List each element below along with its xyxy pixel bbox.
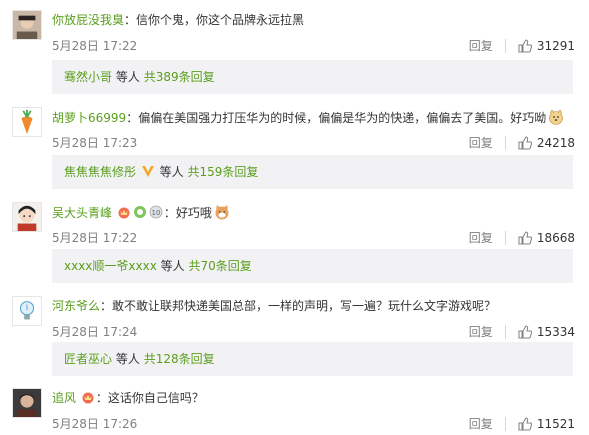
more-replies-link[interactable]: 共159条回复 [188,165,259,179]
comment-time: 5月28日 17:22 [52,231,138,245]
like-count: 15334 [536,324,575,339]
sub-reply-user[interactable]: 匠者巫心 [64,352,112,366]
comment-text: ：信你个鬼，你这个品牌永远拉黑 [124,13,305,27]
divider [504,416,506,431]
comment-line: 你放屁没我臭：信你个鬼，你这个品牌永远拉黑 [52,12,304,28]
comment-actions: 回复 24218 [469,134,575,151]
comment-text: ：敢不敢让联邦快递美国总部，一样的声明，写一遍？玩什么文字游戏呢？ [100,299,497,313]
reply-button[interactable]: 回复 [469,229,493,246]
username-link[interactable]: 你放屁没我臭 [52,13,124,27]
reply-button[interactable]: 回复 [469,134,493,151]
silver-badge-icon: 10 [149,205,163,219]
sub-replies-box[interactable]: 骞然小哥 等人 共389条回复 [52,60,573,94]
sub-replies-box[interactable]: 匠者巫心 等人 共128条回复 [52,342,573,376]
comment-time: 5月28日 17:24 [52,325,138,339]
like-count: 24218 [536,135,575,150]
sub-reply-user[interactable]: 焦焦焦焦修彤 [64,165,136,179]
doge-emoji-icon [549,109,564,125]
comment-text: ：这话你自己信吗？ [95,391,204,405]
comment-actions: 回复 31291 [469,37,575,54]
user-avatar[interactable] [12,296,42,326]
comment-text: ：偏偏在美国强力打压华为的时候，偏偏是华为的快递，偏偏去了美国。好巧呦 [126,111,547,125]
thumbs-up-icon[interactable] [518,416,532,431]
comment-time: 5月28日 17:26 [52,417,138,431]
username-link[interactable]: 追风 [52,391,76,405]
sub-reply-user[interactable]: 骞然小哥 [64,70,112,84]
comment-line: 河东爷么：敢不敢让联邦快递美国总部，一样的声明，写一遍？玩什么文字游戏呢？ [52,298,496,314]
member-crown-badge-icon [82,392,94,404]
sub-replies-box[interactable]: xxxx顺一爷xxxx 等人 共70条回复 [52,249,573,283]
comment-actions: 回复 11521 [469,415,575,432]
member-crown-badge-icon [118,207,130,219]
green-gift-badge-icon [133,206,146,218]
username-link[interactable]: 胡萝卜66999 [52,111,126,125]
sub-reply-mid: 等人 [160,259,185,273]
svg-text:10: 10 [151,209,160,217]
reply-button[interactable]: 回复 [469,323,493,340]
more-replies-link[interactable]: 共389条回复 [144,70,215,84]
sub-replies-box[interactable]: 焦焦焦焦修彤 等人 共159条回复 [52,155,573,189]
thumbs-up-icon[interactable] [518,230,532,245]
sub-reply-mid: 等人 [115,352,140,366]
comment-line: 胡萝卜66999：偏偏在美国强力打压华为的时候，偏偏是华为的快递，偏偏去了美国。… [52,109,564,126]
divider [504,135,506,150]
comment-time: 5月28日 17:23 [52,136,138,150]
divider [504,324,506,339]
like-count: 18668 [536,230,575,245]
comment-actions: 回复 15334 [469,323,575,340]
thumbs-up-icon[interactable] [518,38,532,53]
thumbs-up-icon[interactable] [518,324,532,339]
sub-reply-mid: 等人 [159,165,184,179]
cat-emoji-icon [215,205,229,220]
user-avatar[interactable] [12,10,42,40]
vip-v-badge-icon [141,166,154,177]
user-avatar[interactable] [12,202,42,232]
reply-button[interactable]: 回复 [469,415,493,432]
comment-time: 5月28日 17:22 [52,39,138,53]
more-replies-link[interactable]: 共128条回复 [144,352,215,366]
like-count: 31291 [536,38,575,53]
like-count: 11521 [536,416,575,431]
comment-line: 追风 ：这话你自己信吗？ [52,390,204,406]
comment-line: 吴大头青峰 10 ：好巧哦 [52,204,230,221]
thumbs-up-icon[interactable] [518,135,532,150]
user-avatar[interactable] [12,107,42,137]
comment-text: ：好巧哦 [163,206,212,220]
username-link[interactable]: 河东爷么 [52,299,100,313]
more-replies-link[interactable]: 共70条回复 [189,259,252,273]
divider [504,230,506,245]
reply-button[interactable]: 回复 [469,37,493,54]
sub-reply-user[interactable]: xxxx顺一爷xxxx [64,259,157,273]
divider [504,38,506,53]
username-link[interactable]: 吴大头青峰 [52,206,112,220]
user-avatar[interactable] [12,388,42,418]
comment-actions: 回复 18668 [469,229,575,246]
sub-reply-mid: 等人 [115,70,140,84]
